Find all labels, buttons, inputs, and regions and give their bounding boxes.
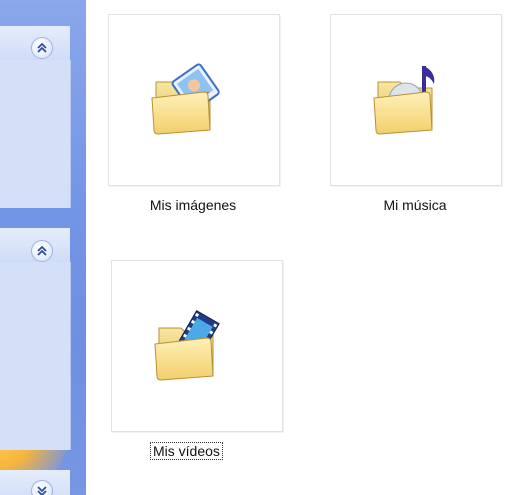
- thumbnail-frame[interactable]: [108, 14, 280, 186]
- collapse-section-button[interactable]: [31, 240, 53, 262]
- task-pane: [0, 0, 86, 495]
- chevron-double-up-icon: [37, 42, 47, 53]
- thumbnail-frame[interactable]: [111, 260, 283, 432]
- file-name-label[interactable]: Mis imágenes: [108, 197, 278, 213]
- chevron-double-up-icon: [37, 245, 47, 256]
- pictures-folder-icon: [151, 63, 220, 135]
- music-folder-icon: [373, 66, 435, 135]
- file-name-label[interactable]: Mis vídeos: [150, 442, 223, 460]
- collapse-section-button[interactable]: [31, 37, 53, 59]
- thumbnail-frame[interactable]: [330, 14, 502, 186]
- expand-section-button[interactable]: [31, 480, 53, 495]
- task-section-body: [0, 262, 71, 450]
- file-name-label[interactable]: Mi música: [330, 197, 500, 213]
- videos-folder-icon: [154, 309, 220, 381]
- chevron-double-down-icon: [37, 486, 47, 495]
- task-section-body: [0, 60, 71, 208]
